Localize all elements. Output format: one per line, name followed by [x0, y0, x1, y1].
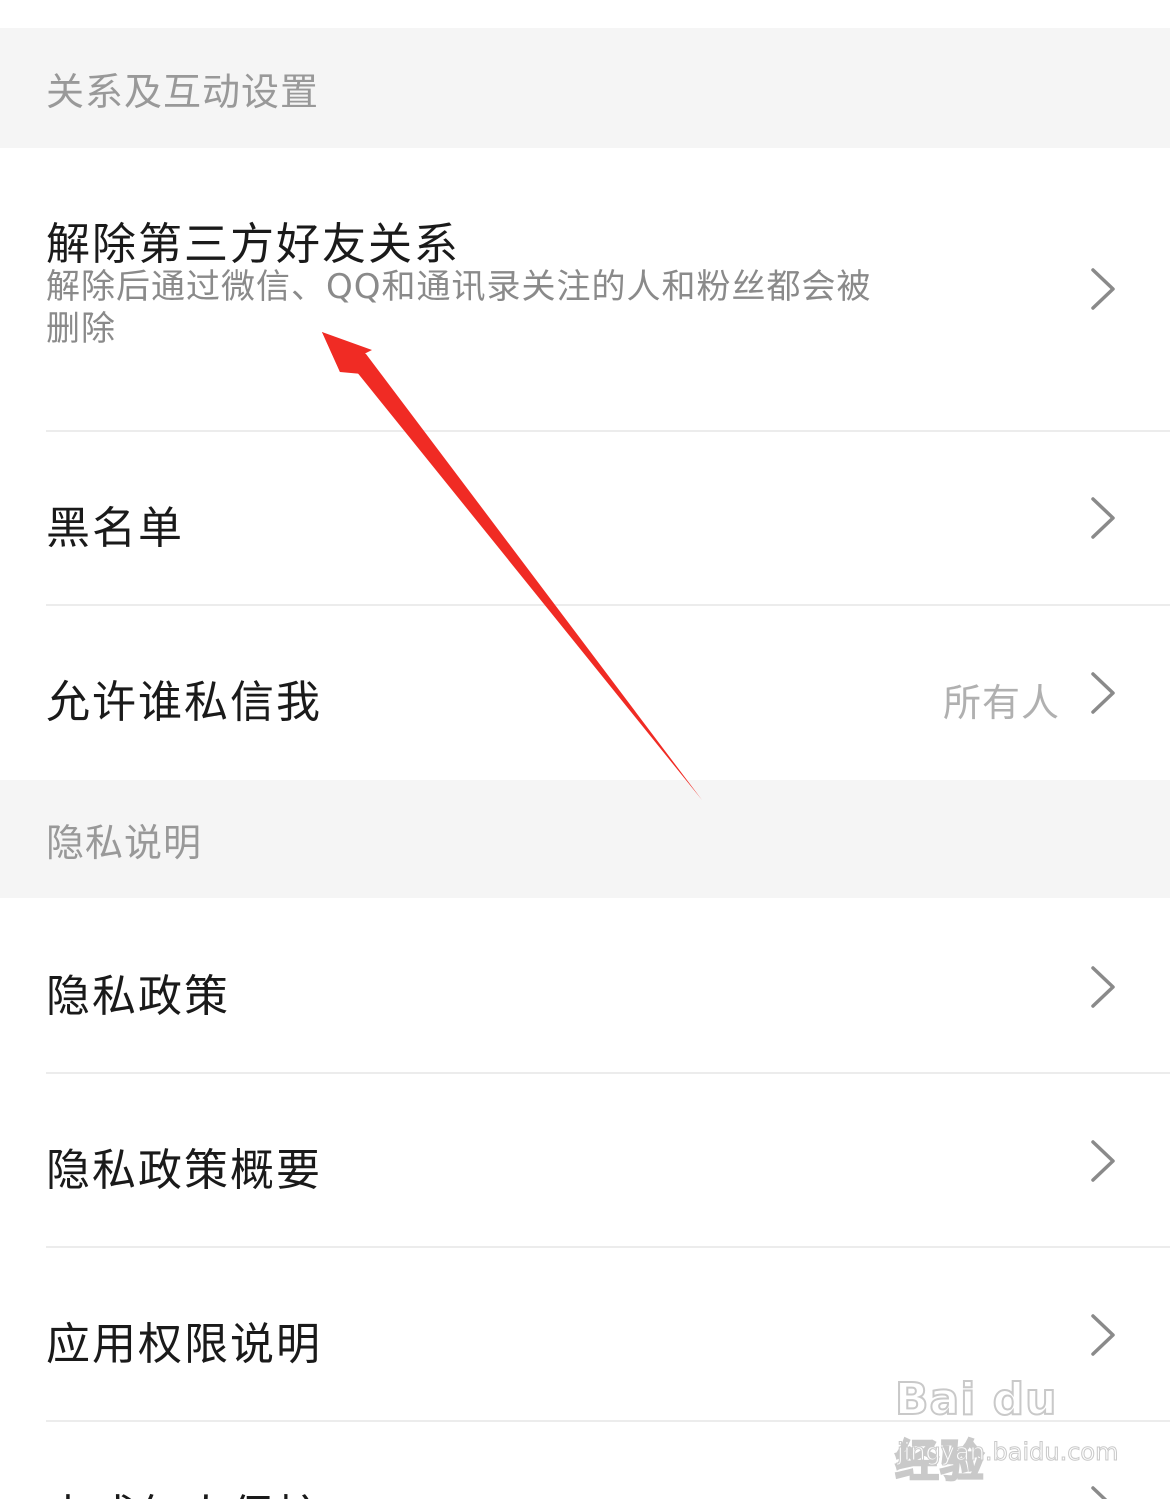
row-blacklist[interactable]: 黑名单	[0, 432, 1170, 604]
row-privacy-policy[interactable]: 隐私政策	[0, 898, 1170, 1072]
chevron-right-icon	[1091, 497, 1115, 539]
section-header-relation-label: 关系及互动设置	[46, 69, 320, 114]
row-dm-title: 允许谁私信我	[46, 677, 322, 728]
row-blacklist-title: 黑名单	[46, 503, 184, 554]
section-header-privacy-label: 隐私说明	[46, 820, 203, 865]
section-header-privacy: 隐私说明	[0, 780, 1170, 898]
top-strip	[0, 0, 1170, 28]
chevron-right-icon	[1091, 966, 1115, 1008]
row-unbind-description: 解除后通过微信、QQ和通讯录关注的人和粉丝都会被删除	[46, 267, 872, 349]
chevron-right-icon	[1091, 1314, 1115, 1356]
row-unbind-third-party[interactable]: 解除第三方好友关系 解除后通过微信、QQ和通讯录关注的人和粉丝都会被删除	[0, 148, 1170, 431]
row-app-permissions-title: 应用权限说明	[46, 1319, 322, 1370]
watermark-main-text: Bai du 经验	[894, 1373, 1058, 1488]
watermark-sub-text: jingyan.baidu.com	[896, 1438, 1119, 1467]
row-unbind-title: 解除第三方好友关系	[46, 219, 460, 270]
row-privacy-policy-summary[interactable]: 隐私政策概要	[0, 1074, 1170, 1246]
row-privacy-summary-title: 隐私政策概要	[46, 1145, 322, 1196]
row-privacy-policy-title: 隐私政策	[46, 971, 230, 1022]
row-who-can-message[interactable]: 允许谁私信我 所有人	[0, 606, 1170, 780]
row-dm-value: 所有人	[942, 681, 1060, 725]
row-minor-protection-title: 未成年人保护	[46, 1480, 322, 1499]
chevron-right-icon	[1091, 672, 1115, 714]
baidu-jingyan-watermark: Bai du 经验 jingyan.baidu.com	[894, 1368, 1119, 1488]
section-header-relation: 关系及互动设置	[0, 28, 1170, 148]
chevron-right-icon	[1091, 268, 1115, 310]
chevron-right-icon	[1091, 1140, 1115, 1182]
